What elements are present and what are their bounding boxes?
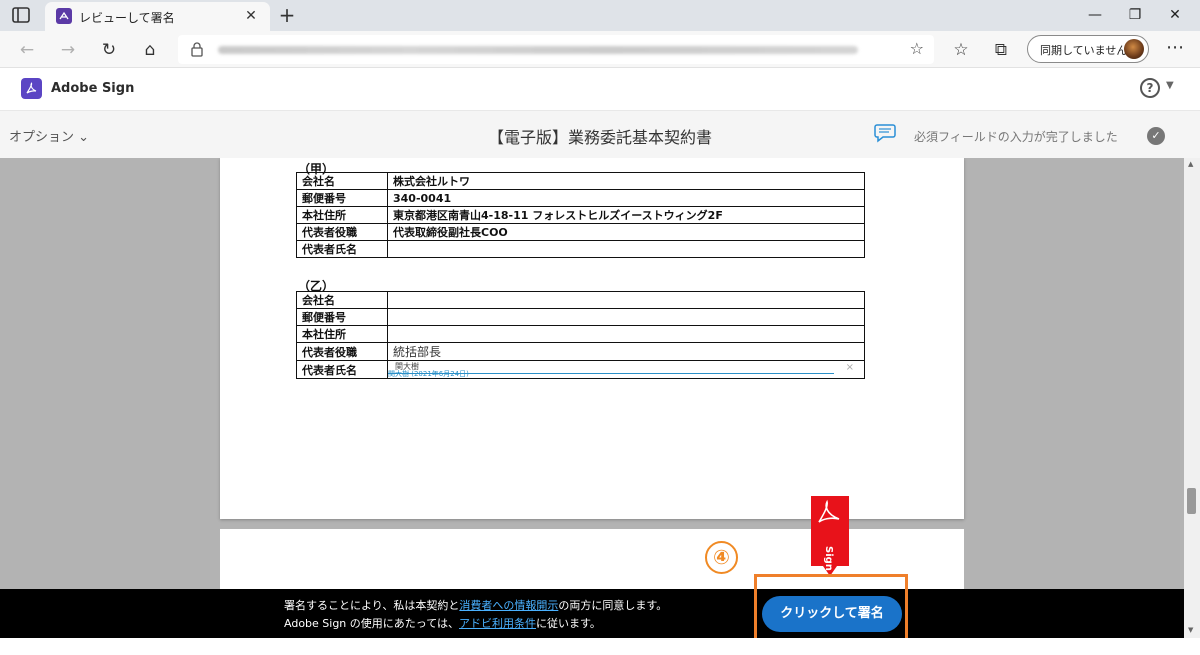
table-cell-key: 会社名: [296, 172, 388, 190]
table-row: 郵便番号: [296, 308, 865, 326]
consent-text: の両方に同意します。: [558, 599, 668, 612]
signature-box[interactable]: 関大樹 関大樹 (2021年6月24日) ×: [388, 361, 864, 378]
back-icon[interactable]: ←: [14, 37, 40, 63]
favorites-icon[interactable]: ☆: [948, 37, 974, 63]
consent-text: 署名することにより、私は本契約と: [284, 599, 460, 612]
table-cell-value: 株式会社ルトワ: [387, 172, 865, 190]
app-name: Adobe Sign: [51, 81, 135, 96]
address-field[interactable]: [387, 325, 865, 343]
table-cell-key: 本社住所: [296, 206, 388, 224]
help-chevron-down-icon[interactable]: ▼: [1166, 80, 1174, 91]
table-row: 代表者氏名: [296, 240, 865, 258]
party-a-table: 会社名 株式会社ルトワ 郵便番号 340-0041 本社住所 東京都港区南青山4-18…: [296, 172, 865, 258]
table-row: 会社名: [296, 291, 865, 309]
tab-title: レビューして署名: [79, 11, 175, 25]
browser-tab-active[interactable]: レビューして署名 ✕: [45, 2, 270, 31]
click-to-sign-button[interactable]: クリックして署名: [762, 596, 902, 632]
table-cell-key: 本社住所: [296, 325, 388, 343]
table-row: 代表者氏名 関大樹 関大樹 (2021年6月24日) ×: [296, 360, 865, 379]
sign-flag-label: Sign: [823, 546, 834, 571]
scroll-up-icon[interactable]: ▲: [1188, 160, 1193, 168]
help-icon[interactable]: ?: [1140, 78, 1160, 98]
table-cell-key: 郵便番号: [296, 308, 388, 326]
signature-field[interactable]: 関大樹 関大樹 (2021年6月24日) ×: [387, 360, 865, 379]
maximize-button[interactable]: ❐: [1120, 4, 1150, 26]
table-cell-key: 代表者役職: [296, 223, 388, 241]
scrollbar-thumb[interactable]: [1187, 488, 1196, 514]
document-page: （甲） 会社名 株式会社ルトワ 郵便番号 340-0041 本社住所 東京都港区南青山…: [220, 158, 964, 519]
app-root: レビューして署名 ✕ + — ❐ ✕ ← → ↻ ⌂ ☆ ☆ ⧉ 同期していませ…: [0, 0, 1200, 655]
table-row: 本社住所 東京都港区南青山4-18-11 フォレストヒルズイーストウィング2F: [296, 206, 865, 224]
consent-footer: 署名することにより、私は本契約と消費者への情報開示の両方に同意します。 Adob…: [0, 589, 1184, 638]
browser-tab-strip: レビューして署名 ✕ + — ❐ ✕: [0, 0, 1200, 31]
app-header: Adobe Sign ? ▼: [0, 68, 1200, 110]
document-viewer: （甲） 会社名 株式会社ルトワ 郵便番号 340-0041 本社住所 東京都港区南青山…: [0, 158, 1184, 638]
tab-close-icon[interactable]: ✕: [242, 7, 260, 25]
table-row: 代表者役職 代表取締役副社長COO: [296, 223, 865, 241]
close-window-button[interactable]: ✕: [1160, 4, 1190, 26]
table-cell-key: 代表者役職: [296, 342, 388, 361]
chat-bubble-icon[interactable]: [874, 123, 896, 143]
adobe-sign-logo-icon: [21, 78, 42, 99]
home-icon[interactable]: ⌂: [137, 37, 163, 63]
collections-icon[interactable]: ⧉: [988, 37, 1014, 63]
address-bar[interactable]: ☆: [178, 35, 934, 64]
terms-text: に従います。: [536, 617, 601, 630]
terms-of-use-link[interactable]: アドビ利用条件: [459, 617, 536, 630]
sync-status-label: 同期していません: [1040, 44, 1128, 57]
consent-line-2: Adobe Sign の使用にあたっては、アドビ利用条件に従います。: [284, 615, 601, 631]
tab-actions-icon[interactable]: [12, 7, 30, 23]
sign-flag-marker[interactable]: Sign: [811, 496, 849, 578]
table-cell-key: 代表者氏名: [296, 240, 388, 258]
table-cell-value: 340-0041: [387, 189, 865, 207]
party-b-table: 会社名 郵便番号 本社住所 代表者役職 統括部長 代表者氏名 関大樹 関大樹 (2…: [296, 291, 865, 379]
document-toolbar: オプション ⌄ 【電子版】業務委託基本契約書 必須フィールドの入力が完了しました…: [0, 110, 1200, 158]
check-circle-icon: ✓: [1147, 127, 1165, 145]
table-cell-key: 会社名: [296, 291, 388, 309]
table-cell-value: [387, 240, 865, 258]
table-row: 代表者役職 統括部長: [296, 342, 865, 361]
add-favorite-icon[interactable]: ☆: [910, 39, 924, 58]
postal-code-field[interactable]: [387, 308, 865, 326]
lock-icon: [191, 42, 203, 57]
signature-date: 関大樹 (2021年6月24日): [388, 370, 469, 378]
title-field[interactable]: 統括部長: [387, 342, 865, 361]
clear-signature-icon[interactable]: ×: [846, 362, 854, 373]
table-row: 会社名 株式会社ルトワ: [296, 172, 865, 190]
company-name-field[interactable]: [387, 291, 865, 309]
terms-text: Adobe Sign の使用にあたっては、: [284, 617, 460, 630]
browser-nav-bar: ← → ↻ ⌂ ☆ ☆ ⧉ 同期していません ⋯: [0, 31, 1200, 68]
table-cell-key: 代表者氏名: [296, 360, 388, 379]
table-row: 本社住所: [296, 325, 865, 343]
consent-line-1: 署名することにより、私は本契約と消費者への情報開示の両方に同意します。: [284, 597, 667, 613]
table-row: 郵便番号 340-0041: [296, 189, 865, 207]
refresh-icon[interactable]: ↻: [96, 37, 122, 63]
adobe-sign-favicon-icon: [56, 8, 72, 24]
vertical-scrollbar[interactable]: ▲ ▼: [1184, 158, 1200, 638]
profile-sync-button[interactable]: 同期していません: [1027, 35, 1149, 63]
avatar: [1124, 39, 1144, 59]
completion-status: 必須フィールドの入力が完了しました: [914, 130, 1118, 144]
new-tab-button[interactable]: +: [276, 3, 298, 27]
more-menu-icon[interactable]: ⋯: [1162, 37, 1188, 63]
forward-icon[interactable]: →: [55, 37, 81, 63]
url-text-blurred: [218, 46, 858, 54]
table-cell-value: 代表取締役副社長COO: [387, 223, 865, 241]
table-cell-key: 郵便番号: [296, 189, 388, 207]
table-cell-value: 東京都港区南青山4-18-11 フォレストヒルズイーストウィング2F: [387, 206, 865, 224]
scroll-down-icon[interactable]: ▼: [1188, 626, 1193, 634]
signature-line: [388, 373, 834, 374]
step-marker: ④: [705, 541, 738, 574]
minimize-button[interactable]: —: [1080, 4, 1110, 26]
bottom-strip: [0, 638, 1200, 655]
consumer-disclosure-link[interactable]: 消費者への情報開示: [459, 599, 558, 612]
